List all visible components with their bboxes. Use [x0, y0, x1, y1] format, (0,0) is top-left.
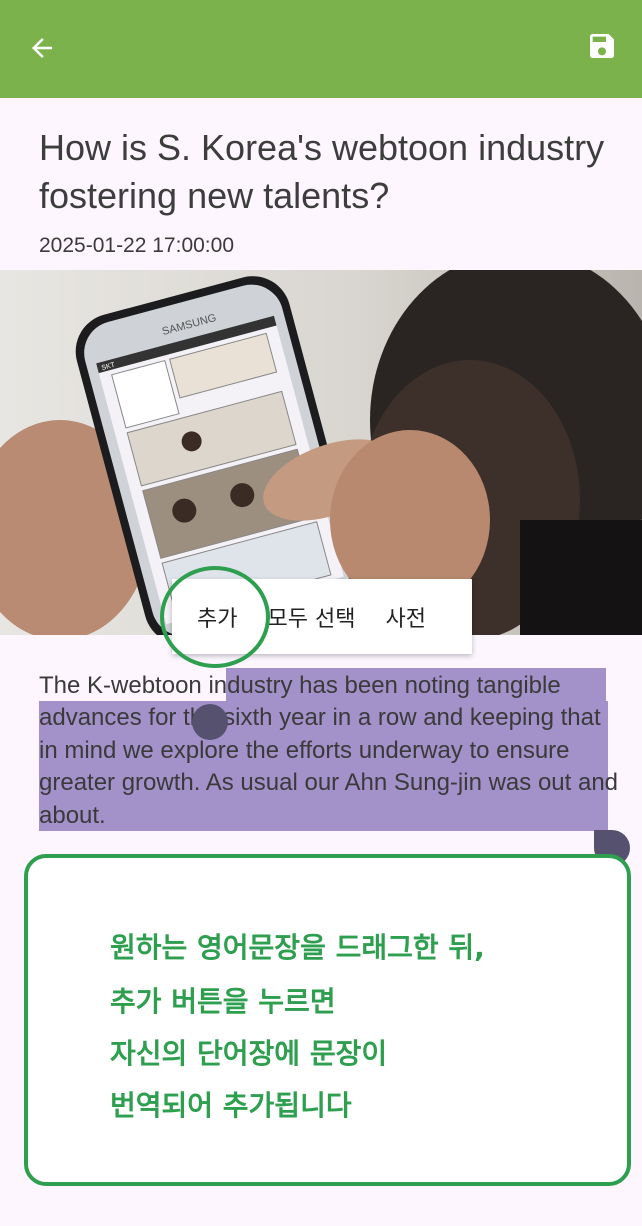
save-button[interactable]: [582, 26, 622, 66]
text-selection-menu: 추가 모두 선택 사전: [172, 579, 472, 654]
instruction-line-2: 추가 버튼을 누르면: [110, 985, 336, 1018]
floppy-disk-icon: [590, 34, 614, 58]
article-title: How is S. Korea's webtoon industry foste…: [39, 127, 605, 216]
paragraph-text-unselected: The K-webtoon: [39, 672, 209, 699]
instruction-callout: 원하는 영어문장을 드래그한 뒤, 추가 버튼을 누르면 자신의 단어장에 문장…: [24, 854, 631, 1186]
article-date: 2025-01-22 17:00:00: [39, 234, 234, 257]
menu-item-select-all[interactable]: 모두 선택: [252, 601, 370, 633]
instruction-line-4: 번역되어 추가됩니다: [110, 1089, 352, 1122]
instruction-line-1: 원하는 영어문장을 드래그한 뒤,: [110, 931, 485, 964]
back-button[interactable]: [22, 28, 62, 68]
instruction-line-3: 자신의 단어장에 문장이: [110, 1037, 388, 1070]
menu-item-add[interactable]: 추가: [182, 601, 252, 633]
selection-start-handle[interactable]: [192, 704, 228, 740]
arrow-back-icon: [32, 38, 52, 58]
menu-item-dictionary[interactable]: 사전: [370, 601, 440, 633]
article-paragraph[interactable]: The K-webtoon industry has been noting t…: [39, 670, 619, 832]
app-bar: [0, 0, 642, 98]
